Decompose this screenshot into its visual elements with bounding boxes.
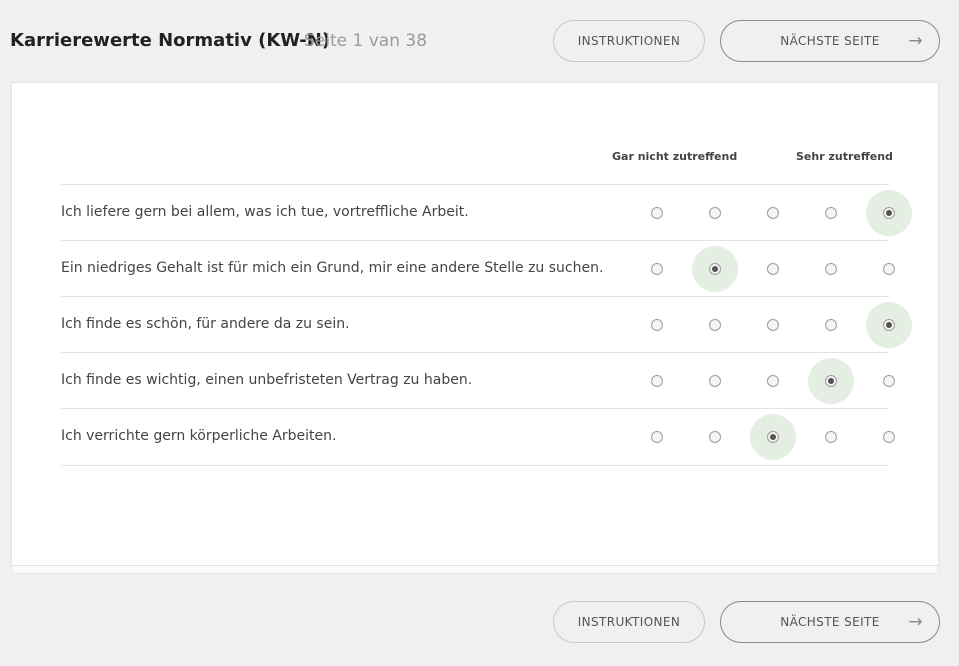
question-row: Ich finde es schön, für andere da zu sei… <box>61 296 912 353</box>
arrow-right-icon: → <box>908 31 923 51</box>
rating-option-1[interactable] <box>634 302 680 348</box>
radio-button[interactable] <box>651 207 663 219</box>
next-page-button-label: NÄCHSTE SEITE <box>780 34 880 48</box>
question-row: Ich verrichte gern körperliche Arbeiten. <box>61 408 895 466</box>
radio-button[interactable] <box>709 431 721 443</box>
radio-button[interactable] <box>767 319 779 331</box>
rating-option-2[interactable] <box>692 190 738 236</box>
radio-button[interactable] <box>709 263 721 275</box>
radio-button[interactable] <box>825 375 837 387</box>
rating-option-3[interactable] <box>750 414 796 460</box>
radio-button[interactable] <box>651 319 663 331</box>
next-page-button-top[interactable]: NÄCHSTE SEITE → <box>720 20 940 62</box>
question-row: Ich liefere gern bei allem, was ich tue,… <box>61 184 912 241</box>
radio-button[interactable] <box>767 263 779 275</box>
rating-option-1[interactable] <box>634 246 680 292</box>
rating-option-1[interactable] <box>634 414 680 460</box>
radio-button[interactable] <box>883 375 895 387</box>
rating-option-2[interactable] <box>692 302 738 348</box>
question-text: Ich finde es wichtig, einen unbefristete… <box>61 372 473 388</box>
instructions-button-top[interactable]: INSTRUKTIONEN <box>553 20 705 62</box>
radio-button[interactable] <box>767 375 779 387</box>
rating-option-4[interactable] <box>808 190 854 236</box>
rating-option-5[interactable] <box>866 414 912 460</box>
arrow-right-icon: → <box>908 612 923 632</box>
radio-button[interactable] <box>825 263 837 275</box>
radio-button[interactable] <box>709 319 721 331</box>
rating-option-2[interactable] <box>692 358 738 404</box>
radio-button[interactable] <box>825 207 837 219</box>
rating-option-5[interactable] <box>866 358 912 404</box>
rating-option-5[interactable] <box>866 246 912 292</box>
instructions-button-bottom[interactable]: INSTRUKTIONEN <box>553 601 705 643</box>
question-row: Ich finde es wichtig, einen unbefristete… <box>61 352 895 409</box>
question-text: Ich verrichte gern körperliche Arbeiten. <box>61 428 337 444</box>
radio-button[interactable] <box>767 207 779 219</box>
rating-option-4[interactable] <box>808 302 854 348</box>
rating-option-5[interactable] <box>866 190 912 236</box>
radio-button[interactable] <box>883 207 895 219</box>
radio-button[interactable] <box>767 431 779 443</box>
top-bar: Karrierewerte Normativ (KW-N) Seite 1 va… <box>0 0 959 82</box>
rating-option-1[interactable] <box>634 190 680 236</box>
instructions-button-label: INSTRUKTIONEN <box>577 34 681 48</box>
rating-option-4[interactable] <box>808 358 854 404</box>
rating-option-4[interactable] <box>808 246 854 292</box>
card-bottom-edge <box>13 566 937 574</box>
question-row: Ein niedriges Gehalt ist für mich ein Gr… <box>61 240 895 297</box>
radio-button[interactable] <box>883 263 895 275</box>
radio-button[interactable] <box>825 431 837 443</box>
rating-option-4[interactable] <box>808 414 854 460</box>
question-text: Ich finde es schön, für andere da zu sei… <box>61 316 350 332</box>
radio-button[interactable] <box>709 207 721 219</box>
question-text: Ich liefere gern bei allem, was ich tue,… <box>61 204 469 220</box>
radio-button[interactable] <box>651 263 663 275</box>
rating-option-1[interactable] <box>634 358 680 404</box>
rating-option-3[interactable] <box>750 190 796 236</box>
next-page-button-bottom[interactable]: NÄCHSTE SEITE → <box>720 601 940 643</box>
page-title: Karrierewerte Normativ (KW-N) <box>10 30 331 51</box>
next-page-button-label: NÄCHSTE SEITE <box>780 615 880 629</box>
rating-option-3[interactable] <box>750 246 796 292</box>
rating-option-3[interactable] <box>750 302 796 348</box>
radio-button[interactable] <box>651 431 663 443</box>
rating-option-5[interactable] <box>866 302 912 348</box>
page-indicator: Seite 1 van 38 <box>304 31 428 51</box>
instructions-button-label: INSTRUKTIONEN <box>577 615 681 629</box>
scale-high-label: Sehr zutreffend <box>796 150 893 163</box>
radio-button[interactable] <box>709 375 721 387</box>
scale-low-label: Gar nicht zutreffend <box>612 150 738 163</box>
question-text: Ein niedriges Gehalt ist für mich ein Gr… <box>61 260 604 276</box>
radio-button[interactable] <box>651 375 663 387</box>
radio-button[interactable] <box>883 431 895 443</box>
radio-button[interactable] <box>883 319 895 331</box>
rating-option-3[interactable] <box>750 358 796 404</box>
rating-option-2[interactable] <box>692 414 738 460</box>
rating-option-2[interactable] <box>692 246 738 292</box>
radio-button[interactable] <box>825 319 837 331</box>
